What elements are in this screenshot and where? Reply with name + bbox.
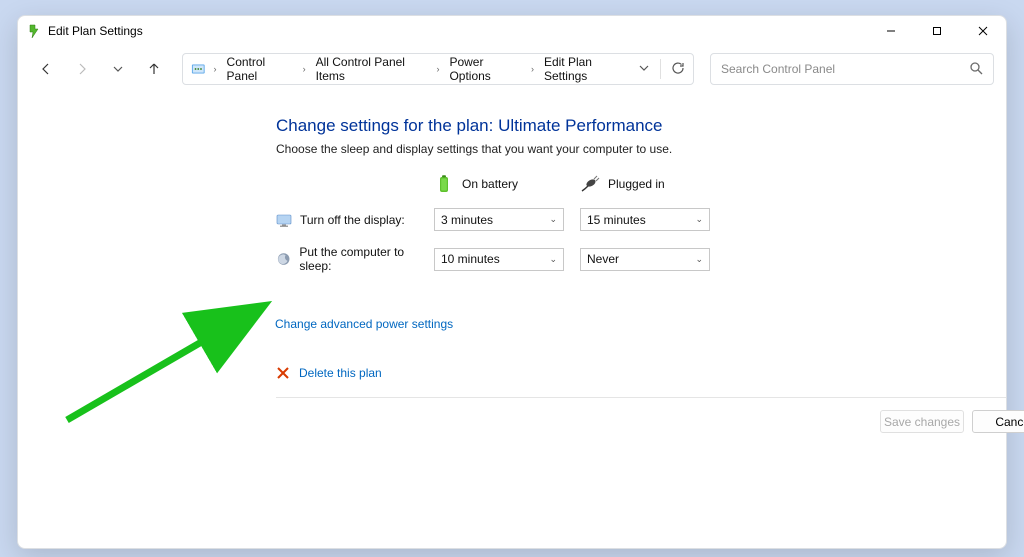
row-sleep: Put the computer to sleep: 10 minutes⌄ N… (276, 245, 1006, 273)
delete-x-icon (275, 365, 291, 381)
chevron-down-icon: ⌄ (549, 254, 557, 265)
chevron-right-icon[interactable]: › (434, 64, 441, 74)
chevron-right-icon[interactable]: › (529, 64, 536, 74)
breadcrumb-control-panel[interactable]: Control Panel (225, 53, 295, 85)
window-title: Edit Plan Settings (48, 24, 143, 38)
app-icon (26, 23, 42, 39)
display-battery-dropdown[interactable]: 3 minutes⌄ (434, 208, 564, 231)
battery-icon (434, 174, 454, 194)
search-box[interactable] (710, 53, 994, 85)
breadcrumb-power-options[interactable]: Power Options (447, 53, 522, 85)
footer: Save changes Cancel (276, 397, 1006, 445)
column-plugged-in-label: Plugged in (608, 177, 665, 191)
address-bar[interactable]: › Control Panel › All Control Panel Item… (182, 53, 694, 85)
minimize-button[interactable] (868, 16, 914, 46)
column-headers: On battery Plugged in (434, 174, 1006, 194)
advanced-link-row: Change advanced power settings (275, 317, 1006, 331)
chevron-down-icon: ⌄ (695, 254, 703, 265)
recent-locations-button[interactable] (102, 53, 134, 85)
refresh-button[interactable] (671, 61, 685, 78)
change-advanced-link[interactable]: Change advanced power settings (275, 317, 453, 331)
plug-icon (580, 174, 600, 194)
breadcrumb-all-items[interactable]: All Control Panel Items (314, 53, 429, 85)
search-icon[interactable] (969, 61, 983, 78)
search-input[interactable] (721, 62, 969, 76)
content: Change settings for the plan: Ultimate P… (18, 92, 1006, 548)
display-icon (276, 212, 292, 228)
toolbar: › Control Panel › All Control Panel Item… (18, 46, 1006, 92)
sleep-icon (276, 251, 291, 267)
page-subheading: Choose the sleep and display settings th… (276, 142, 1006, 156)
back-button[interactable] (30, 53, 62, 85)
chevron-down-icon: ⌄ (549, 214, 557, 225)
cancel-button[interactable]: Cancel (972, 410, 1024, 433)
chevron-down-icon: ⌄ (695, 214, 703, 225)
row-turn-off-display: Turn off the display: 3 minutes⌄ 15 minu… (276, 208, 1006, 231)
breadcrumb-edit-plan[interactable]: Edit Plan Settings (542, 53, 632, 85)
page-heading: Change settings for the plan: Ultimate P… (276, 116, 1006, 136)
titlebar: Edit Plan Settings (18, 16, 1006, 46)
save-changes-button: Save changes (880, 410, 964, 433)
close-button[interactable] (960, 16, 1006, 46)
column-on-battery-label: On battery (462, 177, 518, 191)
chevron-right-icon[interactable]: › (301, 64, 308, 74)
window-controls (868, 16, 1006, 46)
window: Edit Plan Settings › Control Panel › All… (17, 15, 1007, 549)
up-button[interactable] (138, 53, 170, 85)
separator (660, 59, 661, 79)
control-panel-icon (191, 61, 206, 77)
forward-button[interactable] (66, 53, 98, 85)
maximize-button[interactable] (914, 16, 960, 46)
sleep-plugged-dropdown[interactable]: Never⌄ (580, 248, 710, 271)
delete-plan-link[interactable]: Delete this plan (299, 366, 382, 380)
display-plugged-dropdown[interactable]: 15 minutes⌄ (580, 208, 710, 231)
chevron-right-icon[interactable]: › (212, 64, 219, 74)
delete-link-row: Delete this plan (275, 365, 1006, 381)
turn-off-display-label: Turn off the display: (300, 213, 405, 227)
sleep-label: Put the computer to sleep: (299, 245, 434, 273)
chevron-down-icon[interactable] (638, 62, 650, 77)
sleep-battery-dropdown[interactable]: 10 minutes⌄ (434, 248, 564, 271)
